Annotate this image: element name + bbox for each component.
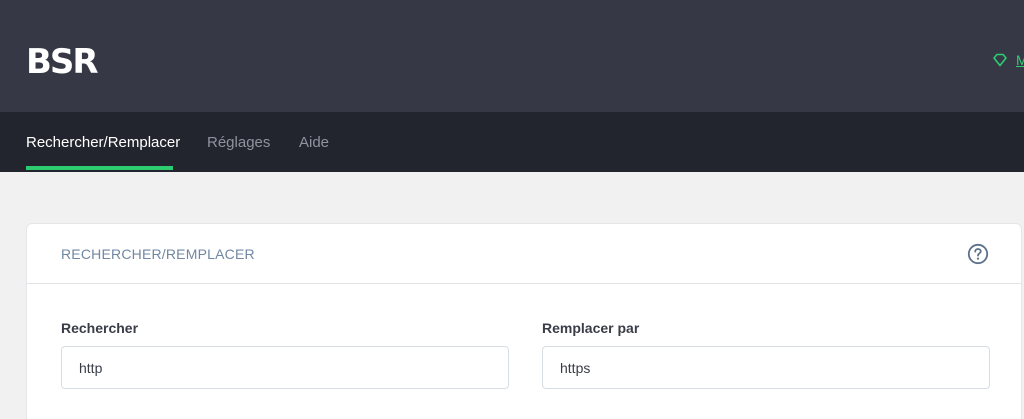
app-logo: BSR [26, 42, 99, 82]
replace-label: Remplacer par [542, 320, 640, 336]
upgrade-link[interactable]: M [992, 52, 1024, 68]
upgrade-label: M [1016, 52, 1024, 68]
top-header: BSR M [0, 0, 1024, 112]
card-title: RECHERCHER/REMPLACER [61, 246, 255, 262]
tab-settings[interactable]: Réglages [207, 112, 270, 172]
search-input[interactable] [61, 346, 509, 389]
replace-input[interactable] [542, 346, 990, 389]
question-circle-icon[interactable] [967, 243, 989, 265]
tab-help[interactable]: Aide [299, 112, 329, 172]
diamond-icon [993, 53, 1007, 67]
main-nav: Rechercher/Remplacer Réglages Aide [0, 112, 1024, 172]
card-header: RECHERCHER/REMPLACER [27, 224, 1021, 284]
search-replace-card: RECHERCHER/REMPLACER Rechercher Remplace… [26, 223, 1022, 419]
search-label: Rechercher [61, 320, 139, 336]
tab-search-replace[interactable]: Rechercher/Remplacer [26, 112, 180, 172]
active-tab-indicator [26, 166, 173, 170]
